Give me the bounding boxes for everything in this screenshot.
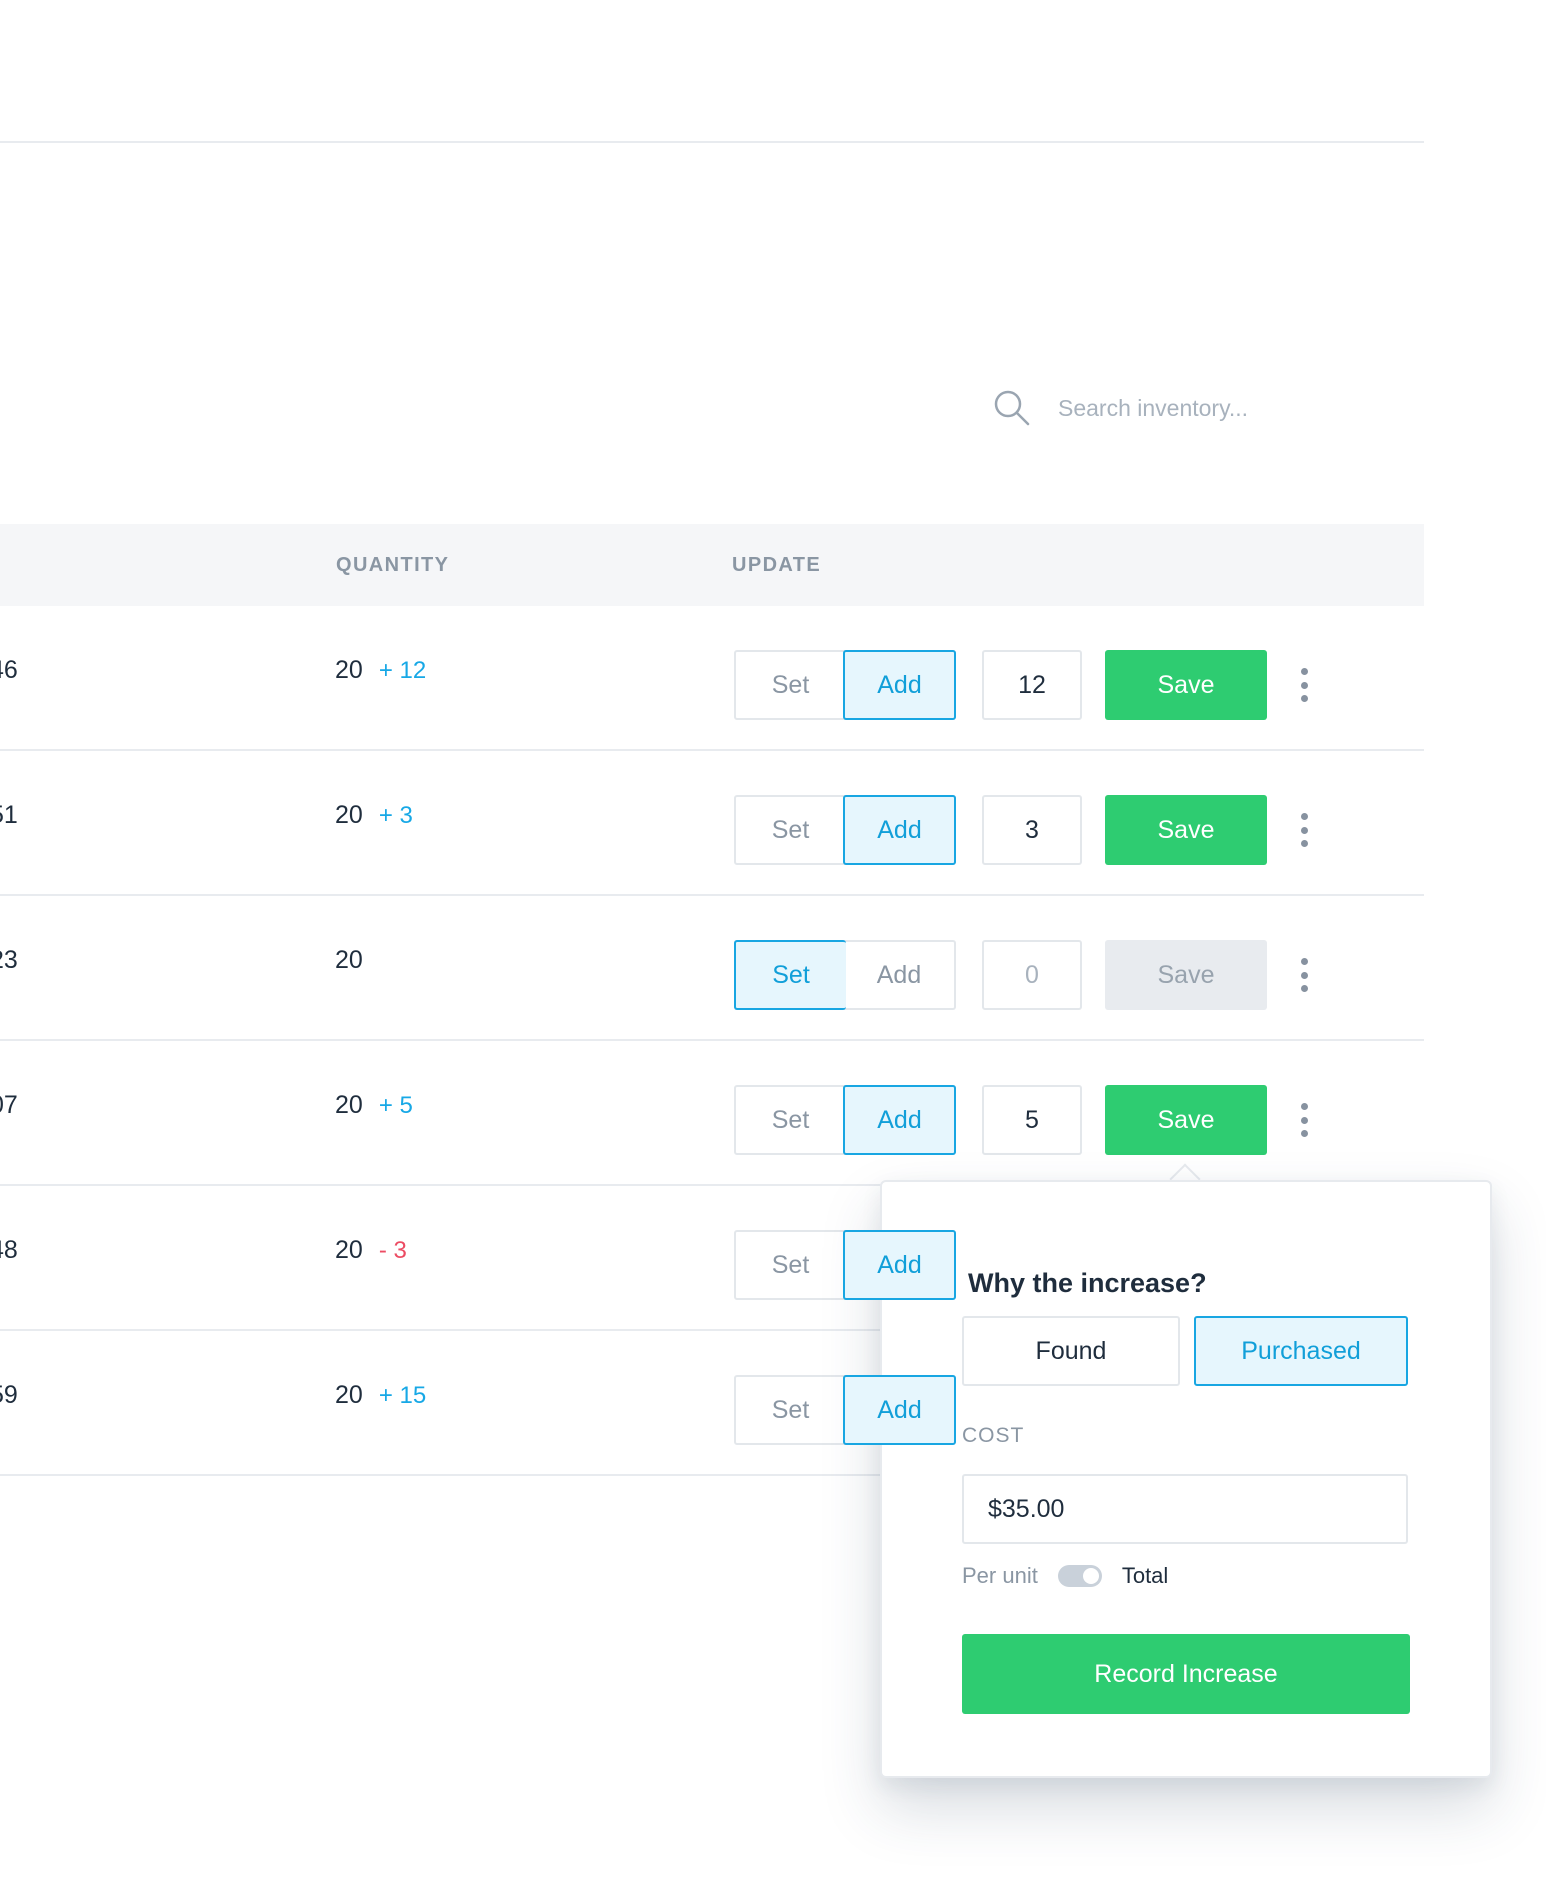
quantity-cell: 20 + 15: [335, 1381, 426, 1410]
column-header-update: UPDATE: [732, 554, 822, 576]
set-mode-button[interactable]: Set: [736, 1087, 845, 1153]
add-mode-button[interactable]: Add: [843, 1230, 956, 1300]
quantity-input[interactable]: 5: [982, 1085, 1082, 1155]
quantity-input[interactable]: 12: [982, 650, 1082, 720]
quantity-value: 20: [335, 1091, 363, 1119]
quantity-cell: 20: [335, 946, 363, 975]
quantity-value: 20: [335, 656, 363, 684]
add-mode-button[interactable]: Add: [843, 650, 956, 720]
set-mode-button[interactable]: Set: [736, 797, 845, 863]
column-header-quantity: QUANTITY: [336, 554, 450, 576]
add-mode-button[interactable]: Add: [843, 1085, 956, 1155]
total-label: Total: [1121, 1563, 1169, 1588]
set-mode-button[interactable]: Set: [736, 652, 845, 718]
quantity-input[interactable]: 3: [982, 795, 1082, 865]
table-row: 51 20 + 3 SetAdd 3 Save: [0, 751, 1424, 896]
update-mode-toggle[interactable]: Set Add: [734, 795, 956, 865]
quantity-delta: - 3: [378, 1237, 407, 1264]
reason-found-button[interactable]: Found: [962, 1316, 1180, 1386]
record-increase-button[interactable]: Record Increase: [962, 1634, 1410, 1714]
cost-mode-toggle-row: Per unit Total: [962, 1560, 1168, 1592]
more-options-icon[interactable]: [1294, 958, 1314, 992]
quantity-value: 20: [335, 1236, 363, 1264]
search-icon: [994, 390, 1030, 426]
quantity-value: 20: [335, 1381, 363, 1409]
quantity-delta: + 5: [378, 1092, 413, 1119]
quantity-cell: 20 + 3: [335, 801, 413, 830]
cost-input[interactable]: [962, 1474, 1408, 1544]
search-input[interactable]: [1058, 394, 1278, 422]
add-mode-button[interactable]: Add: [843, 795, 956, 865]
item-id: 23: [0, 946, 18, 974]
table-row: 07 20 + 5 SetAdd 5 Save: [0, 1041, 1424, 1186]
save-button[interactable]: Save: [1105, 650, 1267, 720]
more-options-icon[interactable]: [1294, 813, 1314, 847]
table-row: 46 20 + 12 SetAdd 12 Save: [0, 606, 1424, 751]
update-mode-toggle[interactable]: Set Add: [734, 1230, 956, 1300]
add-mode-button[interactable]: Add: [843, 1375, 956, 1445]
table-header: QUANTITY UPDATE: [0, 524, 1424, 606]
update-mode-toggle[interactable]: Set Add: [734, 940, 956, 1010]
reason-purchased-button[interactable]: Purchased: [1194, 1316, 1408, 1386]
save-button[interactable]: Save: [1105, 795, 1267, 865]
quantity-cell: 20 + 12: [335, 656, 426, 685]
table-row: 23 20 SetAdd 0 Save: [0, 896, 1424, 1041]
search-bar[interactable]: [992, 384, 1292, 432]
update-mode-toggle[interactable]: Set Add: [734, 1085, 956, 1155]
set-mode-button[interactable]: Set: [736, 1377, 845, 1443]
quantity-delta: + 15: [378, 1382, 427, 1409]
item-id: 46: [0, 656, 18, 684]
update-mode-toggle[interactable]: Set Add: [734, 650, 956, 720]
update-mode-toggle[interactable]: Set Add: [734, 1375, 956, 1445]
cost-label: COST: [962, 1424, 1025, 1447]
save-button[interactable]: Save: [1105, 1085, 1267, 1155]
more-options-icon[interactable]: [1294, 1103, 1314, 1137]
save-button[interactable]: Save: [1105, 940, 1267, 1010]
quantity-delta: + 3: [378, 802, 413, 829]
set-mode-button[interactable]: Set: [736, 1232, 845, 1298]
per-unit-label: Per unit: [962, 1563, 1038, 1588]
cost-mode-toggle[interactable]: [1057, 1565, 1102, 1587]
quantity-value: 20: [335, 946, 363, 974]
quantity-value: 20: [335, 801, 363, 829]
quantity-delta: + 12: [378, 657, 427, 684]
quantity-input[interactable]: 0: [982, 940, 1082, 1010]
popover-title: Why the increase?: [968, 1268, 1207, 1298]
item-id: 48: [0, 1236, 18, 1264]
item-id: 07: [0, 1091, 18, 1119]
item-id: 51: [0, 801, 18, 829]
increase-reason-popover: Why the increase? Found Purchased COST P…: [880, 1180, 1492, 1778]
item-id: 59: [0, 1381, 18, 1409]
set-mode-button[interactable]: Set: [734, 940, 846, 1010]
add-mode-button[interactable]: Add: [844, 942, 954, 1008]
header-divider: [0, 141, 1424, 143]
toggle-knob: [1082, 1568, 1099, 1584]
quantity-cell: 20 + 5: [335, 1091, 413, 1120]
quantity-cell: 20 - 3: [335, 1236, 407, 1265]
more-options-icon[interactable]: [1294, 668, 1314, 702]
